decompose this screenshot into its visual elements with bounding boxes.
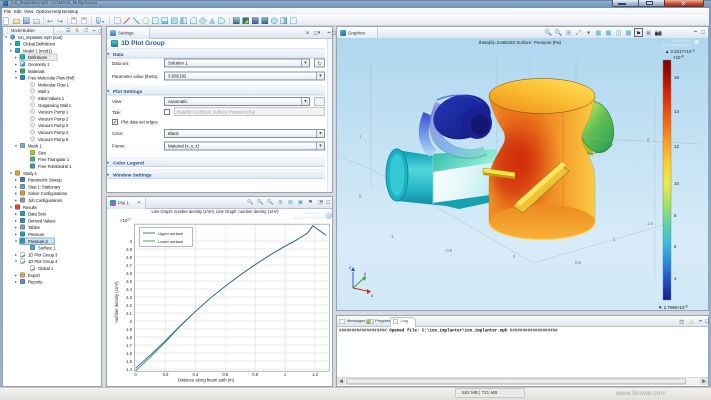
svg-text:1.8: 1.8 — [126, 335, 132, 340]
svg-text:1.2: 1.2 — [312, 372, 318, 377]
svg-text:Upper surface: Upper surface — [158, 231, 184, 236]
svg-text:1.7: 1.7 — [126, 343, 132, 348]
svg-text:1.4: 1.4 — [126, 367, 132, 372]
svg-text:2: 2 — [130, 319, 133, 324]
svg-text:2.5: 2.5 — [126, 279, 132, 284]
svg-text:z: z — [349, 265, 351, 270]
svg-text:1: 1 — [284, 372, 287, 377]
svg-text:2.1: 2.1 — [126, 311, 132, 316]
svg-text:▼ 2.7068×10-6: ▼ 2.7068×10-6 — [658, 305, 688, 311]
svg-text:Lower surface: Lower surface — [158, 239, 184, 244]
svg-text:14: 14 — [674, 109, 679, 114]
svg-text:12: 12 — [674, 144, 679, 149]
svg-text:×1017: ×1017 — [120, 218, 131, 224]
svg-text:0.4: 0.4 — [192, 372, 198, 377]
svg-text:2.3: 2.3 — [126, 295, 132, 300]
svg-text:16: 16 — [674, 75, 679, 80]
svg-text:1.5: 1.5 — [126, 359, 132, 364]
svg-text:1.5: 1.5 — [647, 221, 653, 226]
svg-text:0.5: 0.5 — [575, 260, 581, 265]
svg-text:2.9: 2.9 — [126, 247, 132, 252]
svg-text:2.7: 2.7 — [126, 263, 132, 268]
svg-text:0.8: 0.8 — [252, 372, 258, 377]
svg-text:2.8: 2.8 — [126, 255, 132, 260]
svg-text:10: 10 — [674, 181, 679, 186]
svg-text:1.6: 1.6 — [126, 351, 132, 356]
svg-text:3: 3 — [130, 239, 133, 244]
svg-text:0.6: 0.6 — [222, 372, 228, 377]
svg-text:1.9: 1.9 — [126, 327, 132, 332]
svg-text:2.4: 2.4 — [126, 287, 132, 292]
svg-text:0.2: 0.2 — [163, 372, 169, 377]
svg-text:Distance along beam path (m): Distance along beam path (m) — [178, 378, 235, 383]
svg-text:▲ 2.2217×10-3: ▲ 2.2217×10-3 — [665, 49, 695, 55]
svg-text:-0.5: -0.5 — [445, 248, 453, 253]
svg-text:0: 0 — [134, 372, 137, 377]
svg-text:number density (1/m³): number density (1/m³) — [114, 281, 119, 323]
svg-text:2.6: 2.6 — [126, 271, 132, 276]
svg-text:2.2: 2.2 — [126, 303, 132, 308]
